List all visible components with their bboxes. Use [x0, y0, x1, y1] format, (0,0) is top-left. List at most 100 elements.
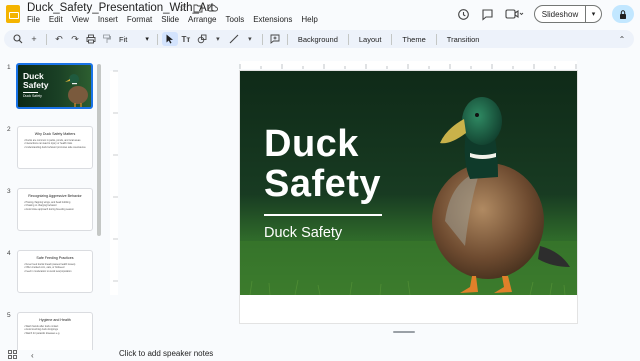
- slide-thumbnail[interactable]: Duck Safety Duck Safety: [16, 63, 93, 109]
- background-button[interactable]: Background: [292, 35, 344, 44]
- thumb-bullets: Wash hands after duck contact Avoid touc…: [24, 325, 92, 335]
- slides-logo-icon[interactable]: [6, 5, 20, 23]
- slide-number: 2: [7, 126, 11, 133]
- thumb-title: Why Duck Safety Matters: [34, 132, 76, 136]
- slide-thumbnail[interactable]: Hygiene and Health Wash hands after duck…: [17, 312, 93, 350]
- move-folder-icon[interactable]: [192, 3, 203, 14]
- new-slide-icon[interactable]: +: [26, 32, 42, 46]
- slide-title[interactable]: Duck Safety: [264, 124, 381, 204]
- collapse-panel-icon[interactable]: ‹: [31, 351, 34, 360]
- thumb-bullets: Ducks are common in parks, ponds, and ru…: [24, 139, 92, 149]
- paint-format-icon[interactable]: [99, 32, 115, 46]
- thumb-title: Hygiene and Health: [39, 318, 71, 322]
- thumb-title: Duck Safety: [23, 71, 49, 90]
- slide-thumbnail[interactable]: Recognizing Aggressive Behavior Hissing,…: [17, 188, 93, 231]
- collapse-toolbar-icon[interactable]: ⌃: [614, 32, 630, 46]
- slide-subtitle[interactable]: Duck Safety: [264, 225, 342, 241]
- line-chevron-icon[interactable]: ▾: [242, 32, 258, 46]
- filmstrip-slide-1[interactable]: 1 Duck Safety Duck Safety: [0, 63, 100, 122]
- thumb-bullet: Understanding duck behavior promotes saf…: [24, 146, 92, 149]
- slideshow-split-button: Slideshow ▾: [534, 5, 602, 23]
- meet-video-icon[interactable]: [504, 7, 524, 21]
- chevron-down-icon: ▾: [145, 36, 149, 43]
- slide-title-line-2: Safety: [264, 163, 382, 205]
- thumb-title: Recognizing Aggressive Behavior: [28, 194, 82, 198]
- slide-number: 1: [7, 64, 11, 71]
- transition-button[interactable]: Transition: [441, 35, 486, 44]
- chevron-down-icon[interactable]: ▾: [586, 5, 602, 23]
- header-actions: Slideshow ▾: [456, 5, 634, 23]
- slide-thumbnail[interactable]: Safe Feeding Practices Never feed ducks …: [17, 250, 93, 293]
- menu-edit[interactable]: Edit: [49, 15, 63, 24]
- title-icons: ☆: [177, 3, 218, 14]
- toolbar-divider: [347, 33, 349, 45]
- add-comment-icon[interactable]: [267, 32, 283, 46]
- title-divider-line[interactable]: [264, 214, 382, 216]
- filmstrip-slide-4[interactable]: 4 Safe Feeding Practices Never feed duck…: [0, 250, 100, 308]
- menu-arrange[interactable]: Arrange: [188, 15, 216, 24]
- star-icon[interactable]: ☆: [177, 3, 188, 14]
- toolbar-divider: [286, 33, 288, 45]
- redo-icon[interactable]: ↷: [67, 32, 83, 46]
- toolbar: + ↶ ↷ Fit ▾ Tт ▾ ▾ Background Layout The…: [4, 30, 634, 48]
- slide-title-line-1: Duck: [264, 123, 359, 165]
- app-header: Duck_Safety_Presentation_With_Art ☆ File…: [0, 0, 640, 28]
- text-box-icon[interactable]: Tт: [178, 32, 194, 46]
- layout-button[interactable]: Layout: [353, 35, 388, 44]
- slideshow-button[interactable]: Slideshow: [534, 5, 586, 23]
- filmstrip-slide-5[interactable]: 5 Hygiene and Health Wash hands after du…: [0, 312, 100, 350]
- menu-format[interactable]: Format: [127, 15, 152, 24]
- undo-icon[interactable]: ↶: [51, 32, 67, 46]
- menu-help[interactable]: Help: [301, 15, 317, 24]
- grid-view-icon[interactable]: [8, 350, 17, 361]
- toolbar-divider: [435, 33, 437, 45]
- thumb-title: Safe Feeding Practices: [36, 256, 74, 260]
- comments-icon[interactable]: [480, 7, 494, 21]
- zoom-value: Fit: [119, 34, 128, 44]
- menu-file[interactable]: File: [27, 15, 40, 24]
- filmstrip-slide-3[interactable]: 3 Recognizing Aggressive Behavior Hissin…: [0, 188, 100, 246]
- menu-extensions[interactable]: Extensions: [253, 15, 292, 24]
- slide-number: 5: [7, 312, 11, 319]
- menu-slide[interactable]: Slide: [161, 15, 179, 24]
- speaker-notes-placeholder[interactable]: Click to add speaker notes: [119, 349, 213, 358]
- slide-canvas[interactable]: Duck Safety Duck Safety: [240, 71, 577, 323]
- select-cursor-icon[interactable]: [161, 32, 178, 46]
- toolbar-divider: [46, 33, 47, 45]
- filmstrip-footer: ‹: [0, 350, 104, 361]
- cloud-saved-icon[interactable]: [207, 3, 218, 14]
- toolbar-divider: [156, 33, 158, 45]
- thumb-divider: [23, 92, 38, 93]
- menu-insert[interactable]: Insert: [98, 15, 118, 24]
- history-icon[interactable]: [456, 7, 470, 21]
- slide-number: 4: [7, 250, 11, 257]
- thumb-bullets: Never feed ducks bread (causes health is…: [24, 263, 92, 273]
- menu-bar: File Edit View Insert Format Slide Arran…: [27, 15, 318, 24]
- thumb-bullet: Watch for parasitic diseases e.g.: [24, 332, 92, 335]
- thumb-subtitle: Duck Safety: [23, 94, 42, 98]
- filmstrip-slide-2[interactable]: 2 Why Duck Safety Matters Ducks are comm…: [0, 126, 100, 184]
- menu-tools[interactable]: Tools: [226, 15, 245, 24]
- horizontal-ruler: [110, 56, 634, 69]
- shape-chevron-icon[interactable]: ▾: [210, 32, 226, 46]
- line-icon[interactable]: [226, 32, 242, 46]
- filmstrip-scrollbar[interactable]: [97, 64, 101, 236]
- share-lock-icon[interactable]: [612, 5, 634, 23]
- toolbar-divider: [391, 33, 393, 45]
- thumb-bullets: Hissing, flapping wings, and head bobbin…: [24, 201, 92, 211]
- insert-image-icon[interactable]: [194, 32, 210, 46]
- theme-button[interactable]: Theme: [396, 35, 431, 44]
- zoom-select[interactable]: Fit ▾: [115, 35, 153, 44]
- menu-view[interactable]: View: [72, 15, 89, 24]
- search-menus-icon[interactable]: [10, 32, 26, 46]
- speaker-notes[interactable]: Click to add speaker notes: [110, 340, 640, 361]
- vertical-ruler: [110, 62, 118, 322]
- notes-resize-handle[interactable]: [393, 331, 415, 333]
- current-slide[interactable]: Duck Safety Duck Safety: [240, 71, 577, 295]
- toolbar-divider: [261, 33, 263, 45]
- slide-thumbnail[interactable]: Why Duck Safety Matters Ducks are common…: [17, 126, 93, 169]
- print-icon[interactable]: [83, 32, 99, 46]
- duck-thumb-image: [65, 74, 88, 107]
- slide-filmstrip: 1 Duck Safety Duck Safety 2 Why Duck Safe…: [0, 56, 104, 350]
- slide-number: 3: [7, 188, 11, 195]
